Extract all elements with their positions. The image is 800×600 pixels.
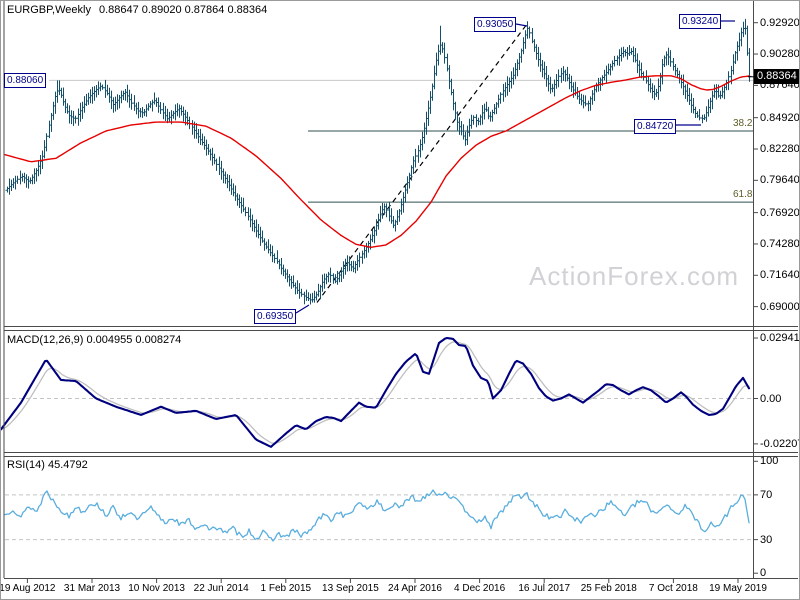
rsi-indicator-name: RSI(14) (7, 459, 45, 471)
label-connector (515, 23, 528, 27)
high-value: 0.89020 (141, 4, 182, 16)
rsi-indicator-value: 45.4792 (47, 459, 88, 471)
price-axis-label: 0.71640 (760, 269, 800, 282)
price-axis-label: 0.84920 (760, 111, 800, 124)
trendline (316, 22, 529, 303)
date-label: 24 Apr 2016 (388, 583, 442, 594)
price-plot-svg[interactable] (1, 1, 800, 600)
macd-panel-label: MACD(12,26,9) 0.004955 0.008274 (7, 334, 181, 346)
price-axis-label: 0.74280 (760, 237, 800, 250)
macd-indicator-name: MACD(12,26,9) (7, 334, 84, 346)
rsi-axis-label: 30 (760, 533, 773, 546)
macd-line (1, 336, 751, 448)
rsi-axis-label: 100 (760, 455, 779, 468)
price-level-box[interactable]: 0.88060 (4, 72, 47, 88)
chart-title: EURGBP,Weekly 0.88647 0.89020 0.87864 0.8… (7, 4, 267, 16)
price-axis-label: 0.90280 (760, 48, 800, 61)
price-axis-label: 0.82280 (760, 142, 800, 155)
date-label: 25 Feb 2018 (580, 583, 637, 594)
macd-axis-label: 0.00 (760, 392, 782, 405)
date-label: 19 May 2019 (709, 583, 767, 594)
fib-label-38.2: 38.2 (733, 117, 753, 129)
current-price-tag: 0.88364 (754, 69, 799, 85)
close-value: 0.88364 (227, 4, 268, 16)
low-value: 0.87864 (184, 4, 225, 16)
date-label: 16 Jul 2017 (518, 583, 571, 594)
macd-signal-line (1, 341, 750, 444)
price-axis-label: 0.79640 (760, 174, 800, 187)
date-label: 10 Nov 2013 (128, 583, 185, 594)
date-label: 7 Oct 2018 (648, 583, 698, 594)
macd-axis-label: 0.029412 (760, 332, 800, 345)
date-label: 19 Aug 2012 (0, 583, 56, 594)
price-level-box[interactable]: 0.84720 (634, 118, 677, 134)
label-connector (295, 304, 310, 314)
date-label: 13 Sep 2015 (322, 583, 379, 594)
watermark: ActionForex.com (529, 261, 740, 291)
price-axis-label: 0.92920 (760, 16, 800, 29)
rsi-axis-label: 0 (760, 567, 767, 580)
chart-window: EURGBP,Weekly 0.88647 0.89020 0.87864 0.8… (0, 0, 800, 600)
fib-label-61.8: 61.8 (733, 189, 753, 201)
date-label: 1 Feb 2015 (260, 583, 312, 594)
date-label: 22 Jun 2014 (193, 583, 249, 594)
price-axis-label: 0.69000 (760, 300, 800, 313)
macd-axis-label: -0.022074 (760, 437, 799, 450)
open-value: 0.88647 (98, 4, 139, 16)
price-level-box[interactable]: 0.93240 (679, 14, 722, 30)
price-axis-label: 0.76920 (760, 206, 800, 219)
macd-indicator-values: 0.004955 0.008274 (86, 334, 182, 346)
rsi-panel-label: RSI(14) 45.4792 (7, 459, 88, 471)
date-label: 4 Dec 2016 (454, 583, 506, 594)
rsi-line (4, 489, 750, 542)
symbol-timeframe-label: EURGBP,Weekly (7, 4, 91, 16)
date-label: 31 Mar 2013 (63, 583, 121, 594)
price-level-box[interactable]: 0.93050 (474, 16, 517, 32)
rsi-axis-label: 70 (760, 488, 773, 501)
price-level-box[interactable]: 0.69350 (254, 308, 297, 324)
